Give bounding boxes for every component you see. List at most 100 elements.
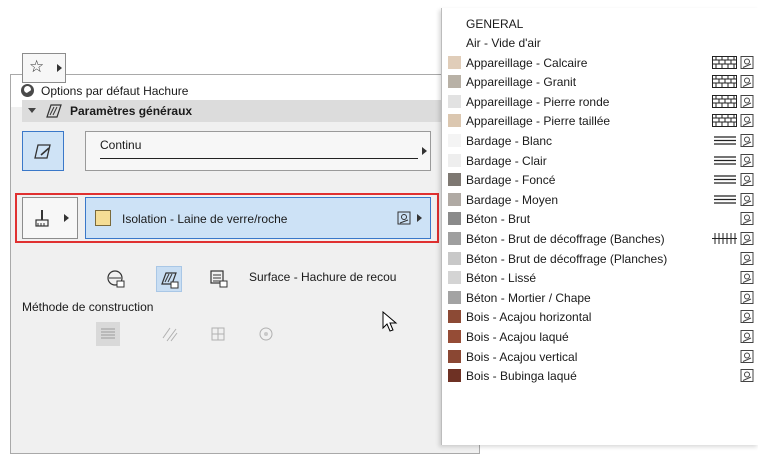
preview-icon — [740, 192, 754, 206]
dropdown-item-label: Appareillage - Pierre ronde — [466, 94, 610, 109]
dropdown-item[interactable]: Bois - Bubinga laqué — [442, 366, 758, 385]
dropdown-item[interactable]: Bardage - Clair — [442, 151, 758, 170]
dropdown-item-label: Béton - Lissé — [466, 271, 537, 286]
group-header: GENERAL — [442, 14, 758, 33]
fill-color-swatch — [448, 330, 461, 343]
dropdown-item[interactable]: Bois - Acajou horizontal — [442, 307, 758, 326]
surface-fill-label: Surface - Hachure de recou — [249, 270, 397, 284]
fill-color-swatch — [448, 114, 461, 128]
dropdown-item[interactable]: Béton - Brut de décoffrage (Banches) — [442, 229, 758, 248]
preview-icon — [740, 290, 754, 304]
dropdown-item-label: Air - Vide d'air — [466, 36, 541, 50]
dropdown-item-label: Appareillage - Calcaire — [466, 55, 588, 70]
dropdown-item[interactable]: Appareillage - Pierre taillée — [442, 111, 758, 130]
masonry-pattern-icon — [712, 94, 737, 108]
fill-color-swatch — [448, 173, 461, 187]
dropdown-item[interactable]: Bois - Acajou laqué — [442, 327, 758, 346]
dropdown-item[interactable]: Béton - Mortier / Chape — [442, 288, 758, 307]
preview-icon — [740, 251, 754, 265]
dropdown-item[interactable]: Bois - Acajou vertical — [442, 347, 758, 366]
fill-color-swatch — [448, 251, 461, 265]
method-solid-button[interactable] — [96, 322, 120, 346]
preview-icon — [740, 310, 754, 324]
lines-pattern-icon — [714, 195, 736, 204]
dropdown-item[interactable]: Bardage - Foncé — [442, 170, 758, 189]
grid-pattern-icon — [712, 233, 737, 244]
dropdown-item[interactable]: Air - Vide d'air — [442, 33, 758, 52]
arrow-right-icon — [422, 147, 427, 155]
cover-fill-button[interactable] — [206, 266, 232, 292]
preview-icon — [740, 349, 754, 363]
fill-color-swatch — [448, 192, 461, 206]
preview-icon — [740, 271, 754, 285]
dropdown-item-label: Béton - Mortier / Chape — [466, 290, 591, 305]
fill-color-swatch — [448, 134, 461, 147]
line-type-selector[interactable]: Continu — [85, 131, 431, 171]
favorites-button[interactable]: ☆ — [22, 53, 66, 83]
fill-color-swatch — [448, 55, 461, 69]
preview-icon — [740, 369, 754, 383]
lines-pattern-icon — [714, 155, 736, 165]
archicad-logo-icon — [21, 84, 34, 97]
construction-method-label: Méthode de construction — [22, 300, 154, 314]
fill-color-swatch — [448, 94, 461, 108]
preview-icon — [740, 114, 754, 128]
preview-icon — [740, 173, 754, 187]
method-image-button[interactable] — [254, 322, 278, 346]
cut-fill-button[interactable] — [156, 266, 182, 292]
dropdown-item-label: Bois - Acajou vertical — [466, 349, 578, 364]
preview-icon — [740, 75, 754, 89]
cover-fill-icon — [210, 270, 228, 288]
cut-fill-icon — [161, 272, 179, 289]
dropdown-item-label: Bardage - Moyen — [466, 192, 559, 207]
preview-icon — [740, 153, 754, 167]
pattern-icon — [211, 327, 225, 341]
fill-settings-icon — [46, 104, 62, 118]
selection-highlight — [15, 193, 439, 243]
dropdown-item[interactable]: Béton - Brut — [442, 209, 758, 228]
line-type-button[interactable] — [22, 131, 64, 171]
drafting-fill-button[interactable] — [103, 266, 129, 292]
diagonal-hatch-icon — [162, 327, 178, 342]
dropdown-item[interactable]: Béton - Lissé — [442, 268, 758, 287]
dropdown-item-label: Bardage - Clair — [466, 153, 547, 168]
dropdown-item-label: Bardage - Foncé — [466, 173, 556, 188]
dropdown-item[interactable]: Appareillage - Calcaire — [442, 53, 758, 72]
dropdown-item[interactable]: Bardage - Blanc — [442, 131, 758, 150]
lines-pattern-icon — [714, 136, 736, 145]
preview-icon — [740, 232, 754, 245]
fill-color-swatch — [448, 310, 461, 324]
dropdown-item-label: Bois - Bubinga laqué — [466, 369, 577, 384]
masonry-pattern-icon — [712, 75, 737, 89]
preview-icon — [740, 94, 754, 108]
fill-type-dropdown[interactable]: GENERAL Air - Vide d'air Appareillage - C… — [441, 8, 758, 445]
preview-icon — [740, 55, 754, 69]
dropdown-item-label: Bardage - Blanc — [466, 134, 553, 148]
chevron-down-icon — [28, 108, 36, 113]
preview-icon — [740, 134, 754, 147]
fill-color-swatch — [448, 212, 461, 226]
masonry-pattern-icon — [712, 114, 737, 128]
dropdown-item-label: Appareillage - Granit — [466, 75, 577, 90]
dropdown-item[interactable]: Appareillage - Granit — [442, 72, 758, 91]
lines-pattern-icon — [714, 175, 736, 184]
group-header-label: GENERAL — [466, 17, 524, 31]
dropdown-item[interactable]: Béton - Brut de décoffrage (Planches) — [442, 249, 758, 268]
section-general-settings[interactable]: Paramètres généraux — [22, 100, 462, 122]
star-icon: ☆ — [29, 57, 45, 76]
drafting-fill-icon — [107, 270, 125, 288]
dropdown-item-label: Béton - Brut de décoffrage (Banches) — [466, 232, 665, 246]
mouse-cursor-icon — [382, 311, 398, 332]
dropdown-item[interactable]: Appareillage - Pierre ronde — [442, 92, 758, 111]
horizontal-lines-icon — [101, 328, 115, 339]
fill-color-swatch — [448, 349, 461, 363]
method-pattern-button[interactable] — [206, 322, 230, 346]
dropdown-item[interactable]: Bardage - Moyen — [442, 190, 758, 209]
method-hatch-button[interactable] — [158, 322, 182, 346]
arrow-right-icon — [57, 64, 62, 72]
dialog-title: Options par défaut Hachure — [41, 84, 189, 98]
dropdown-item-label: Bois - Acajou horizontal — [466, 310, 592, 325]
dropdown-item-label: Béton - Brut de décoffrage (Planches) — [466, 251, 668, 266]
dropdown-item-label: Appareillage - Pierre taillée — [466, 114, 611, 129]
image-fill-icon — [259, 327, 273, 341]
